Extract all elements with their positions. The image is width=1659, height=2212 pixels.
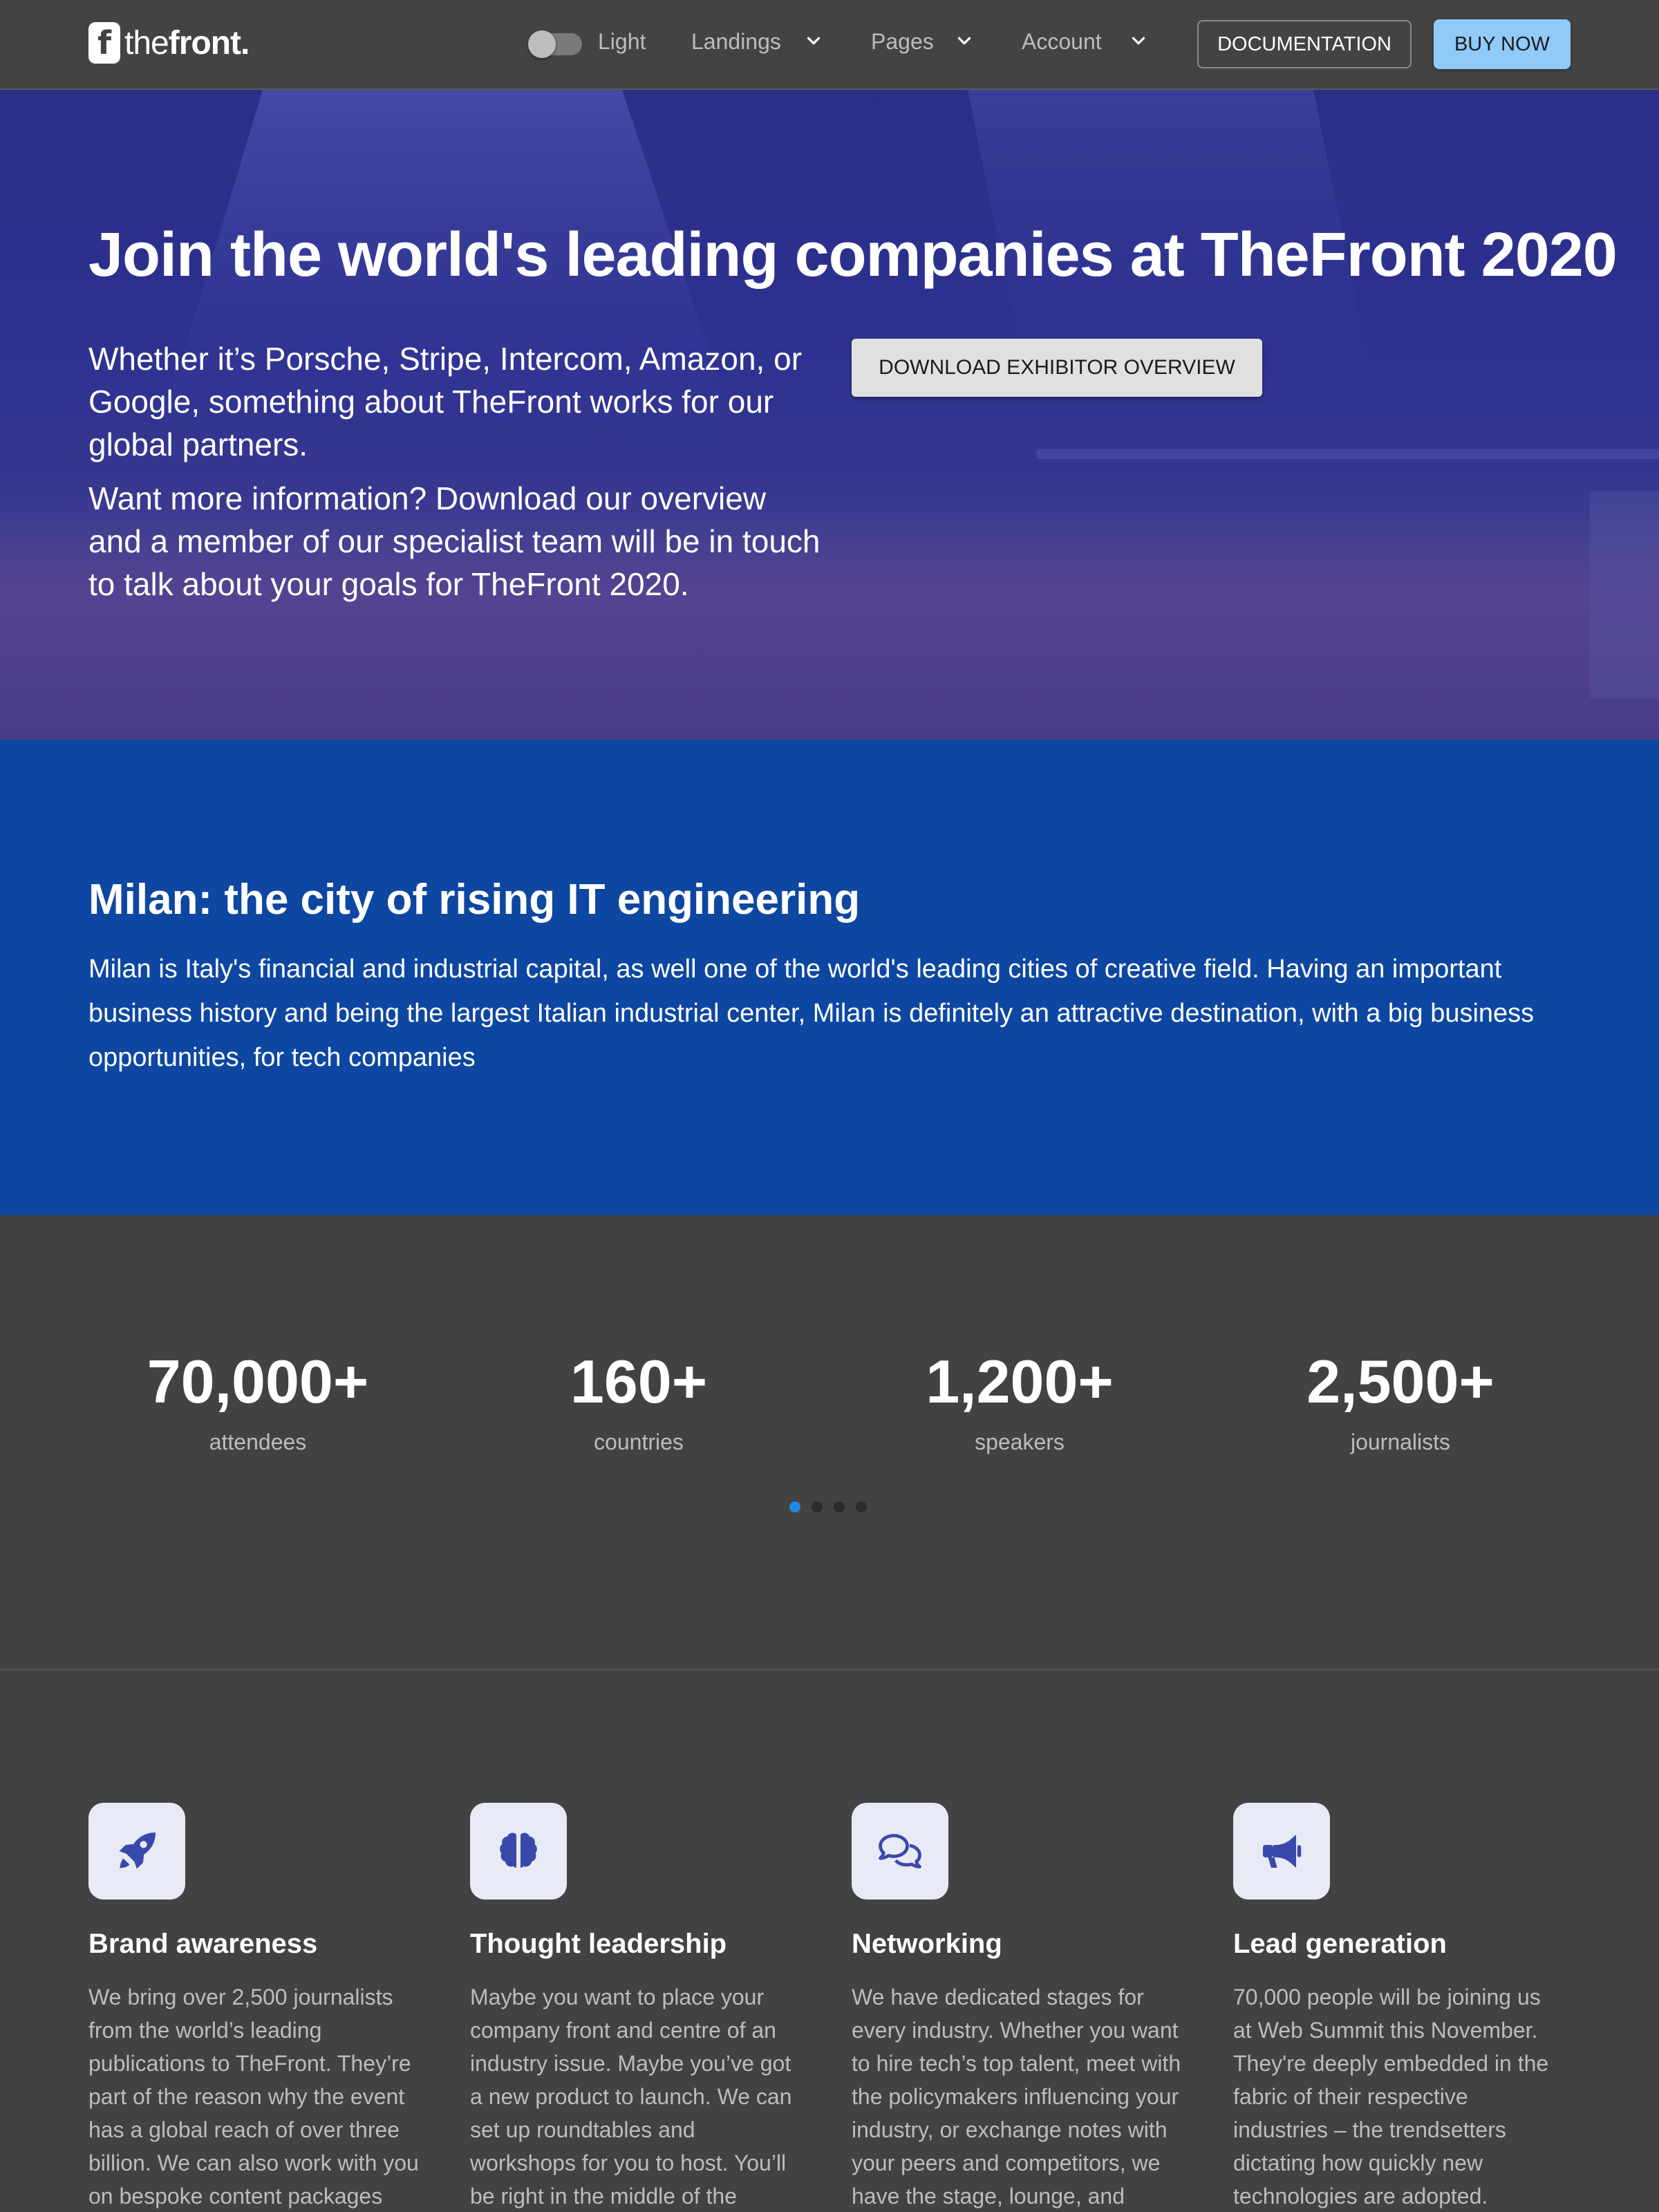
hero-title: Join the world's leading companies at Th…: [88, 221, 1618, 290]
stat-value: 2,500+: [1306, 1347, 1494, 1416]
feature-brand-awareness: Brand awareness We bring over 2,500 jour…: [88, 1803, 420, 2212]
feature-text: We have dedicated stages for every indus…: [852, 1985, 1181, 2209]
stat-label: speakers: [975, 1430, 1065, 1454]
feature-title: Networking: [852, 1929, 1002, 1959]
feature-icon-tile: [1233, 1803, 1330, 1900]
stat-attendees: 70,000+ attendees: [67, 1344, 449, 1455]
milan-description: Milan is Italy's financial and industria…: [88, 955, 1535, 1072]
feature-title: Lead generation: [1233, 1929, 1447, 1959]
milan-section: Milan: the city of rising IT engineering…: [0, 740, 1659, 1215]
stat-countries: 160+ countries: [448, 1344, 830, 1455]
carousel-dot-4[interactable]: [856, 1501, 867, 1512]
feature-icon-tile: [852, 1803, 948, 1900]
feature-lead-generation: Lead generation 70,000 people will be jo…: [1233, 1803, 1565, 2212]
feature-icon-tile: [470, 1803, 567, 1900]
stat-label: attendees: [209, 1430, 307, 1454]
stat-label: countries: [594, 1430, 684, 1454]
hero-section: Join the world's leading companies at Th…: [0, 90, 1659, 740]
features-section: Brand awareness We bring over 2,500 jour…: [0, 1670, 1659, 2212]
chevron-down-icon[interactable]: [1128, 30, 1149, 51]
feature-icon-tile: [88, 1803, 185, 1900]
theme-toggle-label: Light: [598, 29, 646, 54]
stat-value: 1,200+: [926, 1347, 1114, 1416]
logo-wordmark-bold: front.: [168, 24, 250, 62]
feature-text: Maybe you want to place your company fro…: [470, 1985, 792, 2209]
stat-speakers: 1,200+ speakers: [829, 1344, 1210, 1455]
feature-text: We bring over 2,500 journalists from the…: [88, 1985, 419, 2209]
hero-paragraph-2: Want more information? Download our over…: [88, 480, 821, 602]
feature-title: Brand awareness: [88, 1929, 318, 1959]
feature-text: 70,000 people will be joining us at Web …: [1233, 1985, 1549, 2209]
logo-wordmark-light: the: [124, 24, 169, 62]
logo[interactable]: f thefront.: [88, 22, 250, 64]
carousel-dot-2[interactable]: [812, 1501, 823, 1512]
theme-toggle[interactable]: [528, 30, 582, 58]
rocket-icon: [119, 1833, 156, 1869]
brain-icon: [500, 1833, 537, 1868]
stat-value: 70,000+: [147, 1347, 369, 1416]
megaphone-icon: [1263, 1835, 1302, 1868]
feature-networking: Networking We have dedicated stages for …: [852, 1803, 1183, 2212]
top-navbar: f thefront. Light Landings Pages Account…: [0, 0, 1659, 90]
download-exhibitor-overview-button[interactable]: DOWNLOAD EXHIBITOR OVERVIEW: [852, 339, 1262, 397]
feature-thought-leadership: Thought leadership Maybe you want to pla…: [470, 1803, 802, 2212]
carousel-dots: [789, 1501, 867, 1512]
documentation-button[interactable]: DOCUMENTATION: [1197, 20, 1412, 68]
hero-paragraph-1: Whether it’s Porsche, Stripe, Intercom, …: [88, 341, 803, 462]
stat-value: 160+: [570, 1347, 708, 1416]
stat-journalists: 2,500+ journalists: [1210, 1344, 1591, 1455]
carousel-dot-1[interactable]: [789, 1501, 800, 1512]
logo-wordmark: thefront.: [124, 24, 250, 62]
chevron-down-icon[interactable]: [954, 30, 975, 51]
buy-now-button[interactable]: BUY NOW: [1434, 19, 1571, 69]
chat-bubbles-icon: [879, 1834, 921, 1868]
feature-title: Thought leadership: [470, 1929, 727, 1959]
milan-title: Milan: the city of rising IT engineering: [88, 876, 861, 924]
stat-label: journalists: [1350, 1430, 1451, 1454]
nav-pages[interactable]: Pages: [871, 29, 934, 55]
carousel-dot-3[interactable]: [834, 1501, 845, 1512]
stats-section: 70,000+ attendees 160+ countries 1,200+ …: [0, 1215, 1659, 1670]
nav-landings[interactable]: Landings: [691, 29, 781, 55]
theme-toggle-knob: [528, 30, 556, 58]
chevron-down-icon[interactable]: [803, 30, 824, 51]
logo-mark: f: [88, 22, 120, 64]
nav-account[interactable]: Account: [1022, 29, 1102, 55]
